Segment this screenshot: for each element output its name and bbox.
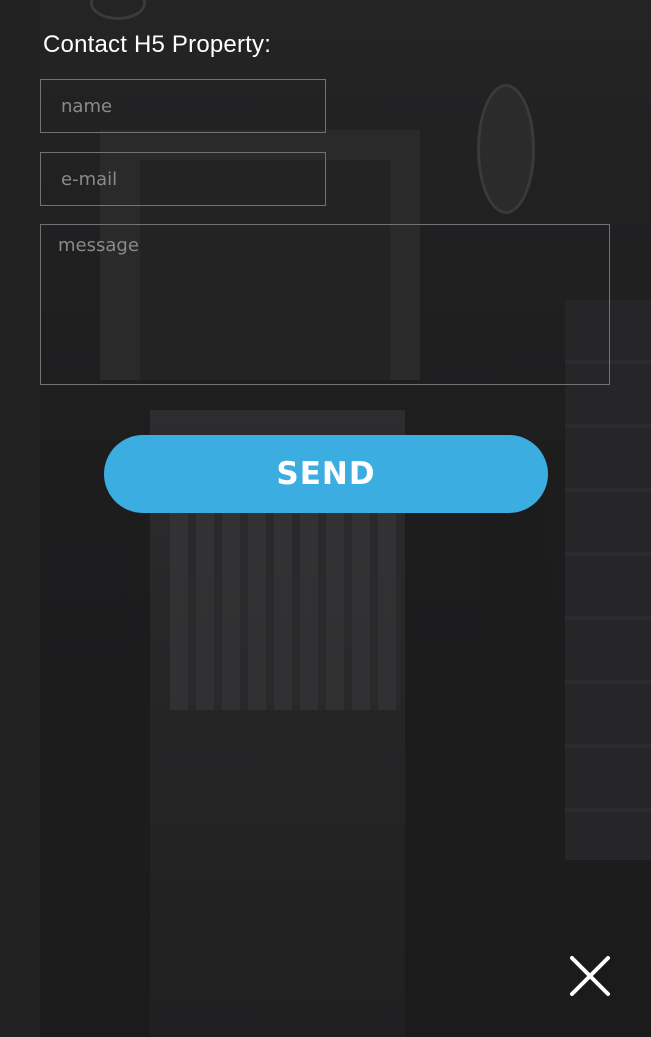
email-input[interactable]	[40, 152, 326, 206]
message-textarea[interactable]	[40, 224, 610, 385]
contact-form-overlay: Contact H5 Property: SEND	[0, 0, 651, 1037]
name-input[interactable]	[40, 79, 326, 133]
form-title: Contact H5 Property:	[43, 31, 272, 58]
close-icon	[570, 956, 610, 996]
send-button[interactable]: SEND	[104, 435, 548, 513]
contact-overlay-screen: Contact H5 Property: SEND	[0, 0, 651, 1037]
close-button[interactable]	[562, 948, 618, 1004]
